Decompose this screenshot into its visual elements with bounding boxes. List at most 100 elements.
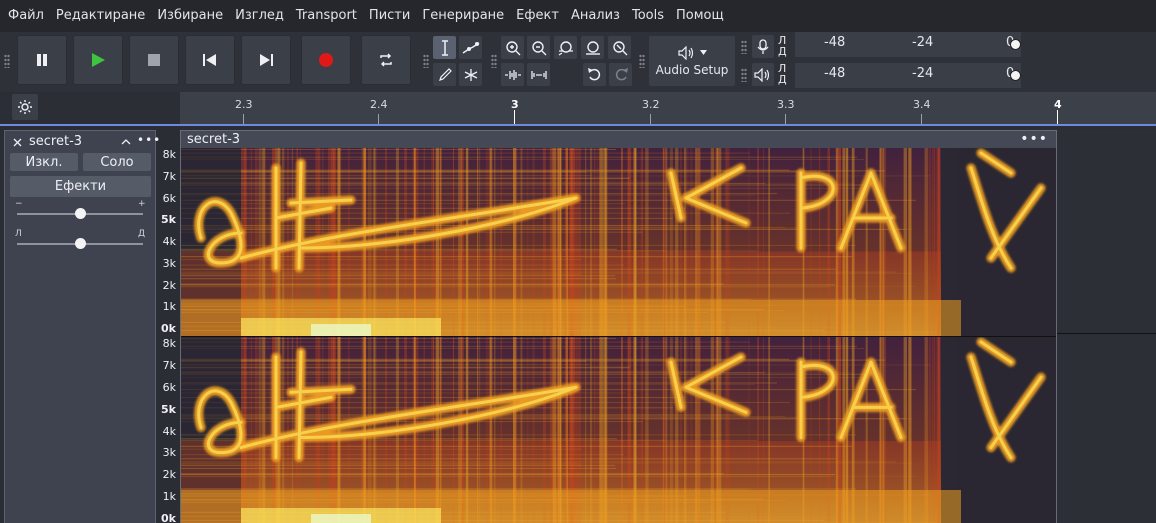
- ruler-tick-mark: [378, 114, 379, 124]
- zoom-out-button[interactable]: [527, 36, 550, 59]
- play-button[interactable]: [73, 35, 123, 85]
- frequency-label: 7k: [162, 169, 176, 183]
- audio-setup-button[interactable]: Audio Setup: [649, 36, 735, 86]
- draw-tool-button[interactable]: [433, 63, 456, 86]
- clip-menu-icon[interactable]: •••: [1020, 131, 1048, 147]
- loop-icon: [380, 53, 392, 67]
- fit-project-button[interactable]: [581, 36, 604, 59]
- channel-divider: [1057, 333, 1156, 334]
- zoom-in-icon: [505, 40, 520, 55]
- record-icon: [319, 53, 333, 67]
- track-empty-area[interactable]: [1057, 130, 1156, 523]
- timeline-settings-button[interactable]: [12, 94, 38, 120]
- playback-meter-right-label: Д: [778, 73, 787, 86]
- solo-button[interactable]: Соло: [83, 153, 151, 171]
- record-meter-slider-knob[interactable]: [1010, 39, 1021, 50]
- fit-selection-button[interactable]: [554, 36, 577, 59]
- frequency-label: 8k: [162, 148, 176, 161]
- undo-icon: [587, 67, 600, 80]
- meter-scale-label: -24: [912, 66, 934, 81]
- frequency-label: 5k: [161, 213, 176, 227]
- audio-clip[interactable]: secret-3 •••: [180, 130, 1057, 523]
- menu-transport[interactable]: Transport: [290, 0, 363, 32]
- trim-button[interactable]: [501, 63, 524, 86]
- toolbar-grip[interactable]: [491, 54, 497, 68]
- zoom-out-icon: [531, 40, 546, 55]
- toolbar: Audio Setup Л Д -48 -24 0 Л Д -48 -24 0: [0, 32, 1156, 92]
- record-meter-right-label: Д: [778, 45, 787, 58]
- menu-select[interactable]: Избиране: [151, 0, 229, 32]
- envelope-tool-button[interactable]: [459, 36, 482, 59]
- meter-scale-label: -48: [824, 66, 846, 81]
- close-icon[interactable]: [13, 138, 22, 147]
- clip-name: secret-3: [187, 132, 241, 147]
- multi-tool-button[interactable]: [459, 63, 482, 86]
- skip-to-start-icon: [203, 54, 216, 66]
- record-meter[interactable]: -48 -24 0: [795, 32, 1021, 57]
- toolbar-grip[interactable]: [639, 54, 645, 68]
- menu-generate[interactable]: Генериране: [416, 0, 510, 32]
- effects-button[interactable]: Ефекти: [10, 176, 151, 197]
- menu-help[interactable]: Помощ: [670, 0, 730, 32]
- selection-tool-button[interactable]: [433, 36, 456, 59]
- chevron-up-icon[interactable]: [121, 138, 131, 145]
- ruler-tick-label: 3.4: [913, 98, 931, 111]
- menu-effect[interactable]: Ефект: [510, 0, 565, 32]
- ruler-tick-mark: [921, 114, 922, 124]
- undo-button[interactable]: [583, 63, 606, 86]
- menu-view[interactable]: Изглед: [229, 0, 290, 32]
- clip-title-bar[interactable]: secret-3 •••: [181, 131, 1056, 148]
- menu-analyze[interactable]: Анализ: [565, 0, 626, 32]
- spectrogram-channel-right[interactable]: [181, 337, 1056, 523]
- playback-meter[interactable]: -48 -24 0: [795, 63, 1021, 88]
- silence-button[interactable]: [527, 63, 550, 86]
- menu-tools[interactable]: Tools: [626, 0, 670, 32]
- gain-slider-knob[interactable]: [74, 208, 86, 219]
- spectrogram-channel-left[interactable]: [181, 148, 1056, 336]
- redo-button[interactable]: [609, 63, 632, 86]
- audio-setup-label: Audio Setup: [655, 62, 729, 77]
- pan-right-label: Д: [138, 229, 146, 239]
- zoom-in-button[interactable]: [501, 36, 524, 59]
- menu-edit[interactable]: Редактиране: [50, 0, 151, 32]
- stop-icon: [148, 54, 160, 66]
- stop-button[interactable]: [129, 35, 179, 85]
- track-name[interactable]: secret-3: [29, 134, 82, 149]
- selection-tool-icon: [441, 39, 448, 56]
- playback-meter-button[interactable]: [752, 63, 774, 86]
- frequency-label: 4k: [162, 235, 176, 248]
- ruler-tick-mark: [514, 110, 515, 124]
- microphone-icon: [757, 38, 769, 54]
- pause-button[interactable]: [17, 35, 67, 85]
- zoom-toggle-button[interactable]: [608, 36, 631, 59]
- frequency-label: 2k: [162, 278, 176, 292]
- toolbar-grip[interactable]: [4, 54, 10, 68]
- trim-icon: [504, 69, 521, 80]
- frequency-scale: 8k 7k 6k 5k 4k 3k 2k 1k 0k 8k 7k 6k 5k 4k 3k 2k 1k 0k: [156, 130, 180, 523]
- menu-file[interactable]: Файл: [2, 0, 50, 32]
- gain-min-label: −: [15, 199, 23, 209]
- menu-tracks[interactable]: Писти: [363, 0, 416, 32]
- record-button[interactable]: [301, 35, 351, 85]
- skip-to-end-button[interactable]: [241, 35, 291, 85]
- pause-icon: [37, 54, 47, 66]
- ruler-tick-mark: [650, 114, 651, 124]
- pan-slider-knob[interactable]: [74, 238, 86, 249]
- playback-meter-slider-knob[interactable]: [1010, 70, 1021, 81]
- loop-button[interactable]: [361, 35, 411, 85]
- timeline-row: 2.3 2.4 3 3.2 3.3 3.4 4: [0, 92, 1156, 124]
- frequency-label: 0k: [161, 512, 176, 523]
- meter-grip[interactable]: [741, 68, 747, 82]
- meter-grip[interactable]: [741, 40, 747, 54]
- toolbar-grip[interactable]: [423, 54, 429, 68]
- frequency-label: 1k: [162, 490, 176, 504]
- record-meter-button[interactable]: [752, 35, 774, 58]
- audio-setup-icon-row: [677, 45, 707, 60]
- skip-to-start-button[interactable]: [185, 35, 235, 85]
- fit-selection-icon: [558, 40, 573, 55]
- ruler-tick-mark: [243, 114, 244, 124]
- mute-button[interactable]: Изкл.: [10, 153, 78, 171]
- timeline-ruler[interactable]: 2.3 2.4 3 3.2 3.3 3.4 4: [180, 92, 1156, 124]
- track-control-panel[interactable]: secret-3 ••• Изкл. Соло Ефекти − + Л Д: [4, 130, 160, 523]
- multi-tool-icon: [464, 68, 477, 81]
